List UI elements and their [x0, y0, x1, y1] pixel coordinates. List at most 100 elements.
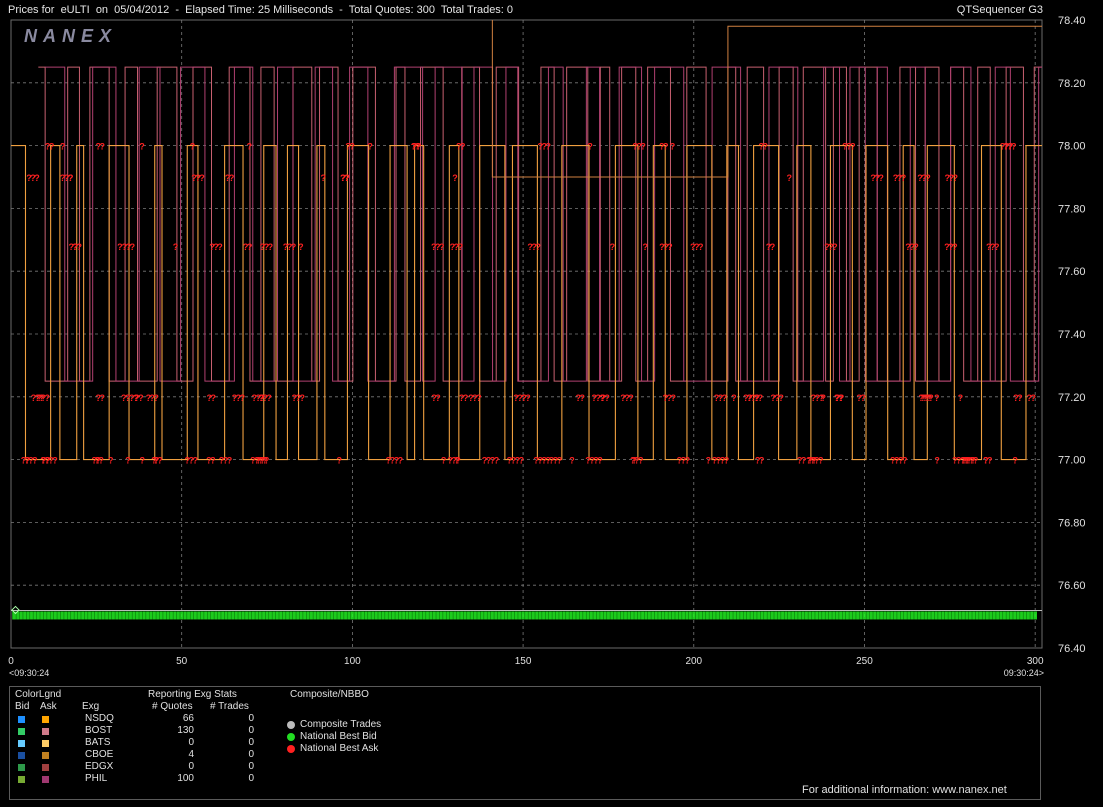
quotes-count-edgx: 0 — [188, 761, 194, 772]
ask-marker: ? — [902, 456, 908, 466]
ask-swatch-phil — [42, 776, 49, 783]
y-tick-label: 77.00 — [1058, 455, 1086, 467]
ask-marker: ? — [199, 173, 205, 183]
y-tick-label: 76.80 — [1058, 517, 1086, 529]
time-start-label: <09:30:24 — [9, 668, 49, 678]
ask-marker: ? — [229, 173, 235, 183]
ask-marker: ? — [268, 242, 274, 252]
ask-marker: ? — [934, 393, 940, 403]
ask-marker: ? — [125, 456, 131, 466]
ask-marker: ? — [763, 142, 769, 152]
ask-marker: ? — [1008, 142, 1014, 152]
ask-swatch-bats — [42, 740, 49, 747]
x-tick-label: 250 — [856, 656, 873, 667]
x-tick-label: 100 — [344, 656, 361, 667]
ask-marker: ? — [722, 393, 728, 403]
ask-marker: ? — [604, 393, 610, 403]
ask-marker: ? — [519, 456, 525, 466]
ask-marker: ? — [811, 456, 817, 466]
quotes-count-bats: 0 — [188, 737, 194, 748]
ask-marker: ? — [68, 173, 74, 183]
ask-marker: ? — [545, 456, 551, 466]
ask-marker: ? — [476, 393, 482, 403]
bid-header: Bid — [15, 701, 30, 712]
ask-marker: ? — [759, 456, 765, 466]
trades-count-edgx: 0 — [248, 761, 254, 772]
quotes-count-bost: 130 — [177, 725, 194, 736]
ask-marker: ? — [698, 242, 704, 252]
x-tick-label: 300 — [1027, 656, 1044, 667]
national-best-ask-label: National Best Ask — [300, 743, 379, 754]
ask-marker: ? — [139, 142, 145, 152]
quotes-count-phil: 100 — [177, 773, 194, 784]
ask-marker: ? — [1017, 393, 1023, 403]
ask-marker: ? — [983, 456, 989, 466]
ask-marker: ? — [926, 393, 932, 403]
ask-marker: ? — [52, 456, 58, 466]
ask-marker: ? — [151, 456, 157, 466]
ask-marker: ? — [247, 242, 253, 252]
ask-marker: ? — [819, 393, 825, 403]
ask-marker: ? — [643, 242, 649, 252]
ask-marker: ? — [850, 142, 856, 152]
exchange-name-bost: BOST — [85, 725, 113, 736]
exchange-name-bats: BATS — [85, 737, 111, 748]
ask-marker: ? — [801, 456, 807, 466]
y-tick-label: 78.40 — [1058, 15, 1086, 27]
ask-marker: ? — [458, 242, 464, 252]
quotes-count-cboe: 4 — [188, 749, 194, 760]
ask-marker: ? — [994, 242, 1000, 252]
ask-marker: ? — [25, 456, 31, 466]
ask-marker: ? — [210, 393, 216, 403]
trades-header: # Trades — [210, 701, 249, 712]
nanex-watermark: NANEX — [24, 26, 117, 46]
ask-marker: ? — [100, 393, 106, 403]
quotes-header: # Quotes — [152, 701, 193, 712]
ask-marker: ? — [336, 456, 342, 466]
ask-marker: ? — [130, 242, 136, 252]
ask-marker: ? — [579, 393, 585, 403]
y-tick-label: 77.20 — [1058, 392, 1086, 404]
ask-marker: ? — [138, 393, 144, 403]
ask-marker: ? — [913, 242, 919, 252]
bid-swatch-cboe — [18, 752, 25, 759]
ask-marker: ? — [321, 173, 327, 183]
ask-marker: ? — [925, 173, 931, 183]
stats-title: Reporting Exg Stats — [148, 689, 237, 700]
exchange-name-cboe: CBOE — [85, 749, 114, 760]
national-best-ask-dot — [287, 745, 295, 753]
ask-marker: ? — [452, 173, 458, 183]
ask-marker: ? — [706, 456, 712, 466]
ask-marker: ? — [153, 393, 159, 403]
x-tick-label: 50 — [176, 656, 188, 667]
ask-marker: ? — [210, 456, 216, 466]
ask-marker: ? — [587, 142, 593, 152]
ask-marker: ? — [39, 393, 45, 403]
ask-marker: ? — [227, 456, 233, 466]
ask-marker: ? — [415, 142, 421, 152]
ask-marker: ? — [32, 456, 38, 466]
ask-marker: ? — [494, 456, 500, 466]
ask-marker: ? — [755, 393, 761, 403]
y-tick-label: 76.40 — [1058, 643, 1086, 655]
ask-marker: ? — [832, 242, 838, 252]
ask-marker: ? — [685, 456, 691, 466]
ask-marker: ? — [298, 242, 304, 252]
ask-marker: ? — [860, 393, 866, 403]
ask-marker: ? — [667, 242, 673, 252]
ask-marker: ? — [72, 242, 78, 252]
exchange-header: Exg — [82, 701, 100, 712]
footer-link[interactable]: For additional information: www.nanex.ne… — [802, 784, 1007, 796]
ask-swatch-bost — [42, 728, 49, 735]
ask-marker: ? — [140, 456, 146, 466]
ask-marker: ? — [240, 393, 246, 403]
ask-marker: ? — [671, 393, 677, 403]
ask-marker: ? — [349, 142, 355, 152]
ask-marker: ? — [670, 142, 676, 152]
ask-marker: ? — [878, 173, 884, 183]
ask-header: Ask — [40, 701, 57, 712]
ask-marker: ? — [778, 393, 784, 403]
ask-marker: ? — [344, 173, 350, 183]
ask-marker: ? — [262, 456, 268, 466]
y-tick-label: 77.80 — [1058, 203, 1086, 215]
